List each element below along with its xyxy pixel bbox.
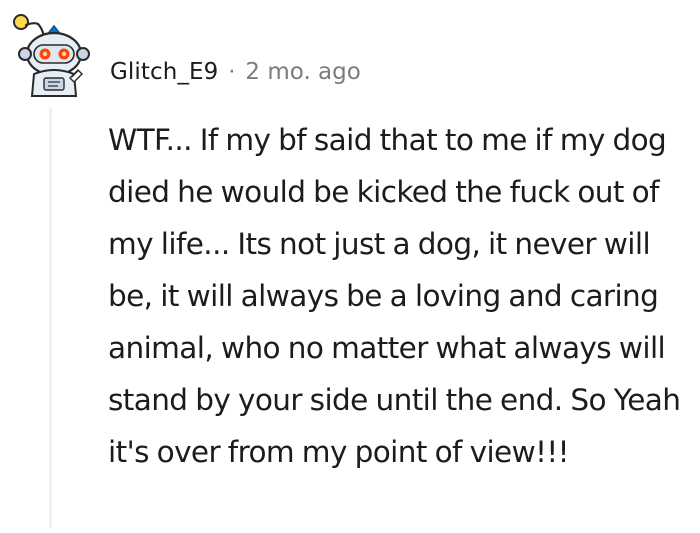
thread-collapse-line[interactable] (49, 108, 52, 528)
comment-header: Glitch_E9 · 2 mo. ago (110, 55, 361, 89)
meta-separator: · (228, 59, 236, 85)
snoo-robot-avatar-icon[interactable] (8, 8, 100, 100)
username-link[interactable]: Glitch_E9 (110, 59, 218, 85)
comment-text: WTF... If my bf said that to me if my do… (108, 123, 681, 469)
comment-timestamp[interactable]: 2 mo. ago (245, 59, 360, 85)
comment: Glitch_E9 · 2 mo. ago WTF... If my bf sa… (0, 0, 700, 533)
avatar-graphic (13, 14, 90, 97)
comment-body: WTF... If my bf said that to me if my do… (108, 114, 696, 478)
